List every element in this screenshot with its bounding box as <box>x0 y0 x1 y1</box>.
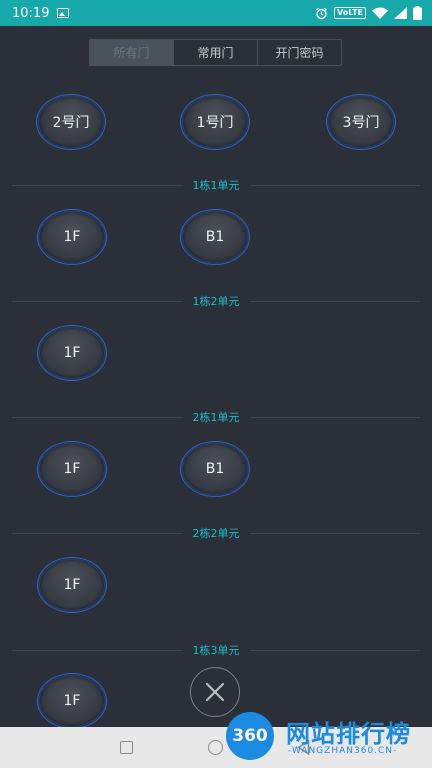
home-icon[interactable] <box>208 740 223 755</box>
door-button[interactable]: 1F <box>38 558 106 612</box>
tab-door-password[interactable]: 开门密码 <box>258 40 341 65</box>
section-title: 2栋1单元 <box>192 411 240 424</box>
recents-icon[interactable] <box>120 741 133 754</box>
section-title: 1栋3单元 <box>192 644 240 657</box>
section-title: 1栋1单元 <box>192 179 240 192</box>
section-title: 2栋2单元 <box>192 527 240 540</box>
section-title: 1栋2单元 <box>192 295 240 308</box>
door-button-gate-3[interactable]: 3号门 <box>327 95 395 149</box>
door-button[interactable]: 1F <box>38 326 106 380</box>
status-bar: 10:19 VoLTE <box>0 0 432 26</box>
watermark-subtitle: -WANGZHAN360.CN- <box>288 746 398 756</box>
alarm-icon <box>316 7 327 19</box>
door-button[interactable]: B1 <box>181 210 249 264</box>
section-divider: 1栋1单元 <box>12 178 420 192</box>
section-divider: 1栋3单元 <box>12 643 420 657</box>
door-button[interactable]: 1F <box>38 210 106 264</box>
door-button-gate-1[interactable]: 1号门 <box>181 95 249 149</box>
door-button[interactable]: 1F <box>38 442 106 496</box>
section-divider: 2栋2单元 <box>12 526 420 540</box>
status-time: 10:19 <box>12 5 50 21</box>
watermark-logo: 360 网站排行榜 -WANGZHAN360.CN- <box>226 710 426 766</box>
close-icon <box>205 682 225 702</box>
signal-icon <box>394 7 407 19</box>
section-divider: 1栋2单元 <box>12 294 420 308</box>
door-button[interactable]: 1F <box>38 674 106 728</box>
door-button[interactable]: B1 <box>181 442 249 496</box>
watermark-title: 网站排行榜 <box>286 720 411 748</box>
image-icon <box>57 8 70 18</box>
section-divider: 2栋1单元 <box>12 410 420 424</box>
volte-icon: VoLTE <box>334 7 366 19</box>
battery-icon <box>413 6 422 20</box>
wifi-icon <box>372 7 388 19</box>
door-button-gate-2[interactable]: 2号门 <box>37 95 105 149</box>
tab-frequent-doors[interactable]: 常用门 <box>174 40 258 65</box>
watermark-badge: 360 <box>226 712 274 760</box>
door-tabs: 所有门 常用门 开门密码 <box>89 39 342 66</box>
tab-all-doors[interactable]: 所有门 <box>90 40 174 65</box>
